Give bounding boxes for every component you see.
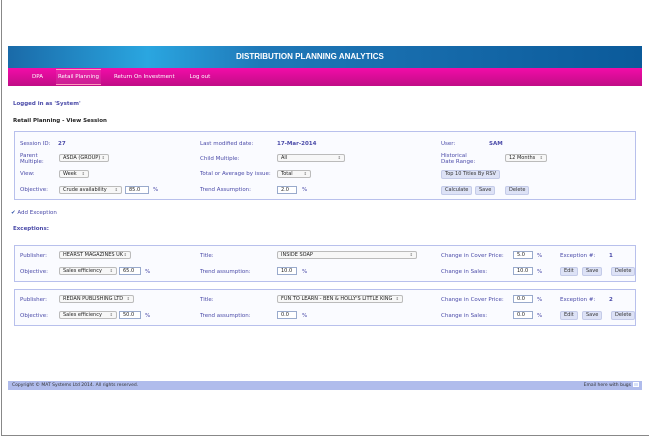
title-label: Title: xyxy=(200,297,214,303)
hist-select[interactable]: 12 Months xyxy=(505,154,547,162)
add-exception-label: Add Exception xyxy=(17,210,57,216)
mail-icon xyxy=(633,382,639,387)
trend-label: Trend Assumption: xyxy=(200,187,252,193)
save-button[interactable]: Save xyxy=(475,186,496,195)
nav-logout[interactable]: Log out xyxy=(188,70,213,84)
exception-number-label: Exception #: xyxy=(560,253,596,259)
objective-select[interactable]: Crude availability xyxy=(59,186,122,194)
pct-label: % xyxy=(302,269,308,275)
pct-label: % xyxy=(537,269,543,275)
publisher-select[interactable]: REDAN PUBLISHING LTD xyxy=(59,295,134,303)
trend-input[interactable]: 2.0 xyxy=(277,186,297,194)
title-label: Title: xyxy=(200,253,214,259)
top10-button[interactable]: Top 10 Titles By RSV xyxy=(441,170,500,179)
delete-button[interactable]: Delete xyxy=(611,311,636,320)
parent-select[interactable]: ASDA (GROUP) xyxy=(59,154,109,162)
user-label: User: xyxy=(441,141,456,147)
trend-input[interactable]: 0.0 xyxy=(277,311,297,319)
user-value: SAM xyxy=(489,141,503,147)
exception-number: 1 xyxy=(609,253,613,259)
nav-retail-planning[interactable]: Retail Planning xyxy=(55,69,101,85)
pct-label: % xyxy=(302,313,308,319)
hist-label: Historical Date Range: xyxy=(441,153,476,165)
parent-label: Parent Multiple: xyxy=(20,153,44,165)
view-label: View: xyxy=(20,171,35,177)
cover-label: Change in Cover Price: xyxy=(441,297,504,303)
child-label: Child Multiple: xyxy=(200,156,240,162)
publisher-label: Publisher: xyxy=(20,297,48,303)
nav-roi[interactable]: Return On Investment xyxy=(112,70,177,84)
copyright-text: Copyright © MAT Systems Ltd 2014. All ri… xyxy=(12,383,139,388)
email-bugs-label: Email here with bugs xyxy=(583,383,631,388)
modified-date: 17-Mar-2014 xyxy=(277,141,317,147)
edit-button[interactable]: Edit xyxy=(560,311,578,320)
calculate-button[interactable]: Calculate xyxy=(441,186,473,195)
pct-label: % xyxy=(302,187,308,193)
sales-input[interactable]: 0.0 xyxy=(513,311,533,319)
edit-button[interactable]: Edit xyxy=(560,267,578,276)
sales-label: Change in Sales: xyxy=(441,313,488,319)
objective-select[interactable]: Sales efficiency xyxy=(59,267,117,275)
cover-label: Change in Cover Price: xyxy=(441,253,504,259)
objective-input[interactable]: 65.0 xyxy=(119,267,141,275)
delete-button[interactable]: Delete xyxy=(505,186,530,195)
logged-in-text: Logged in as 'System' xyxy=(13,101,81,107)
add-exception-link[interactable]: ✔ Add Exception xyxy=(11,210,57,216)
main-nav: DPA Retail Planning Return On Investment… xyxy=(8,68,642,86)
exceptions-heading: Exceptions: xyxy=(13,226,49,232)
publisher-select[interactable]: HEARST MAGAZINES UK xyxy=(59,251,131,259)
objective-select[interactable]: Sales efficiency xyxy=(59,311,117,319)
sales-input[interactable]: 10.0 xyxy=(513,267,533,275)
exception-panel: Publisher: HEARST MAGAZINES UK Title: IN… xyxy=(14,245,636,282)
session-id: 27 xyxy=(58,141,66,147)
pct-label: % xyxy=(537,297,543,303)
pct-label: % xyxy=(537,253,543,259)
publisher-label: Publisher: xyxy=(20,253,48,259)
modified-label: Last modified date: xyxy=(200,141,254,147)
app-title: DISTRIBUTION PLANNING ANALYTICS xyxy=(236,52,384,61)
session-id-label: Session ID: xyxy=(20,141,51,147)
trend-label: Trend assumption: xyxy=(200,313,251,319)
save-button[interactable]: Save xyxy=(582,311,603,320)
page-title: Retail Planning - View Session xyxy=(13,118,107,124)
pct-label: % xyxy=(145,269,151,275)
nav-dpa[interactable]: DPA xyxy=(30,70,45,84)
title-select[interactable]: FUN TO LEARN - BEN & HOLLY'S LITTLE KING xyxy=(277,295,403,303)
pct-label: % xyxy=(153,187,159,193)
exception-panel: Publisher: REDAN PUBLISHING LTD Title: F… xyxy=(14,289,636,326)
objective-label: Objective: xyxy=(20,187,48,193)
footer: Copyright © MAT Systems Ltd 2014. All ri… xyxy=(8,381,642,390)
session-panel: Session ID: 27 Last modified date: 17-Ma… xyxy=(14,131,636,200)
email-bugs-link[interactable]: Email here with bugs xyxy=(584,381,639,390)
trend-label: Trend assumption: xyxy=(200,269,251,275)
exception-number: 2 xyxy=(609,297,613,303)
pct-label: % xyxy=(537,313,543,319)
view-select[interactable]: Week xyxy=(59,170,89,178)
cover-input[interactable]: 5.0 xyxy=(513,251,533,259)
cover-input[interactable]: 0.0 xyxy=(513,295,533,303)
objective-label: Objective: xyxy=(20,313,48,319)
child-select[interactable]: All xyxy=(277,154,345,162)
delete-button[interactable]: Delete xyxy=(611,267,636,276)
exception-number-label: Exception #: xyxy=(560,297,596,303)
total-select[interactable]: Total xyxy=(277,170,311,178)
save-button[interactable]: Save xyxy=(582,267,603,276)
objective-input[interactable]: 85.0 xyxy=(125,186,149,194)
sales-label: Change in Sales: xyxy=(441,269,488,275)
objective-label: Objective: xyxy=(20,269,48,275)
objective-input[interactable]: 50.0 xyxy=(119,311,141,319)
total-label: Total or Average by issue: xyxy=(200,171,271,177)
app-banner: DISTRIBUTION PLANNING ANALYTICS xyxy=(8,46,642,68)
pct-label: % xyxy=(145,313,151,319)
title-select[interactable]: INSIDE SOAP xyxy=(277,251,417,259)
trend-input[interactable]: 10.0 xyxy=(277,267,297,275)
add-icon: ✔ xyxy=(11,210,16,216)
